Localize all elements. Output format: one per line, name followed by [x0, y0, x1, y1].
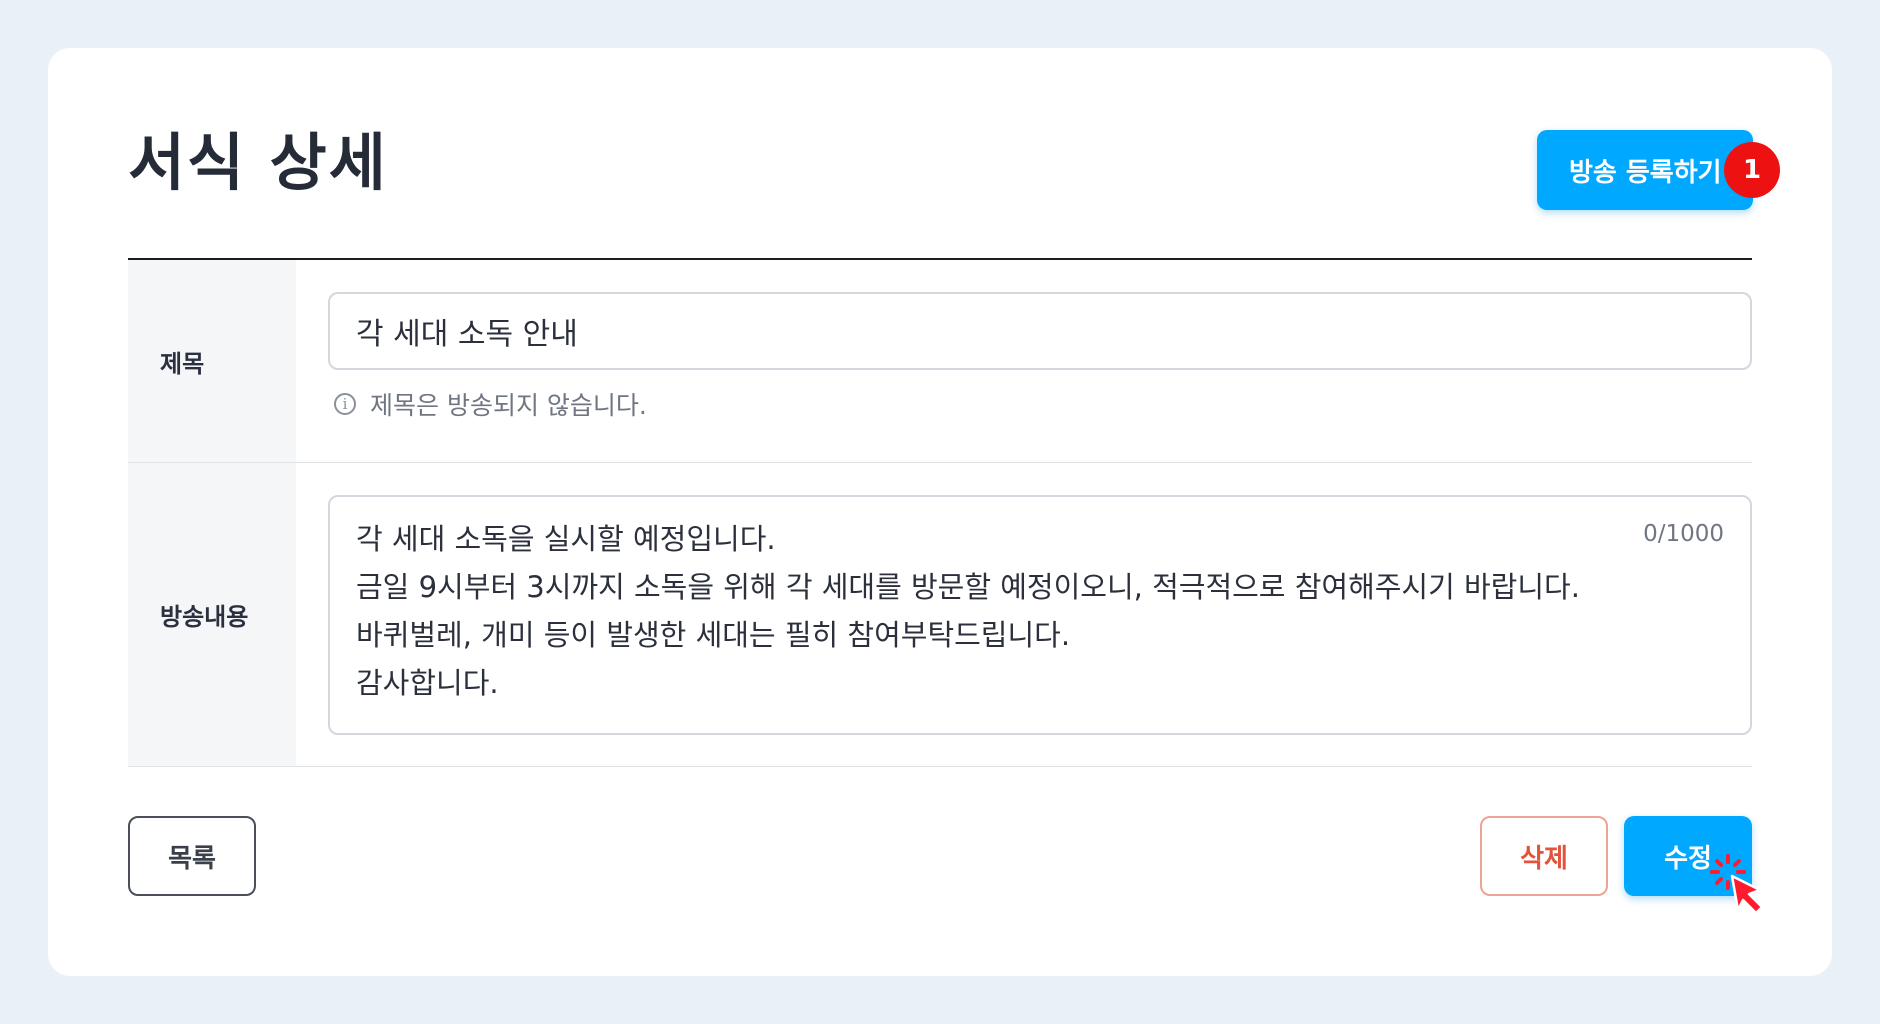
- content-textarea[interactable]: 각 세대 소독을 실시할 예정입니다. 금일 9시부터 3시까지 소독을 위해 …: [328, 495, 1752, 735]
- title-row: 제목 i 제목은 방송되지 않습니다.: [128, 260, 1752, 463]
- form-table: 제목 i 제목은 방송되지 않습니다. 방송내용 각 세대 소독을 실시할 예정…: [128, 260, 1752, 767]
- list-button[interactable]: 목록: [128, 816, 256, 896]
- content-text: 각 세대 소독을 실시할 예정입니다. 금일 9시부터 3시까지 소독을 위해 …: [356, 522, 1580, 700]
- step-badge: 1: [1724, 142, 1780, 198]
- broadcast-register-button[interactable]: 방송 등록하기: [1537, 130, 1753, 210]
- content-field-cell: 각 세대 소독을 실시할 예정입니다. 금일 9시부터 3시까지 소독을 위해 …: [296, 463, 1752, 766]
- title-label: 제목: [128, 260, 296, 462]
- content-label: 방송내용: [128, 463, 296, 766]
- info-icon: i: [334, 393, 356, 415]
- page-title: 서식 상세: [128, 126, 388, 199]
- char-counter: 0/1000: [1643, 521, 1724, 547]
- delete-button[interactable]: 삭제: [1480, 816, 1608, 896]
- form-detail-card: 서식 상세 방송 등록하기 1 제목 i 제목은 방송되지 않습니다. 방송내용…: [48, 48, 1832, 976]
- title-input[interactable]: [328, 292, 1752, 370]
- title-field-cell: i 제목은 방송되지 않습니다.: [296, 260, 1752, 462]
- title-hint-text: 제목은 방송되지 않습니다.: [370, 391, 647, 420]
- click-cursor-icon: [1710, 854, 1764, 915]
- content-row: 방송내용 각 세대 소독을 실시할 예정입니다. 금일 9시부터 3시까지 소독…: [128, 463, 1752, 767]
- title-hint: i 제목은 방송되지 않습니다.: [334, 386, 647, 422]
